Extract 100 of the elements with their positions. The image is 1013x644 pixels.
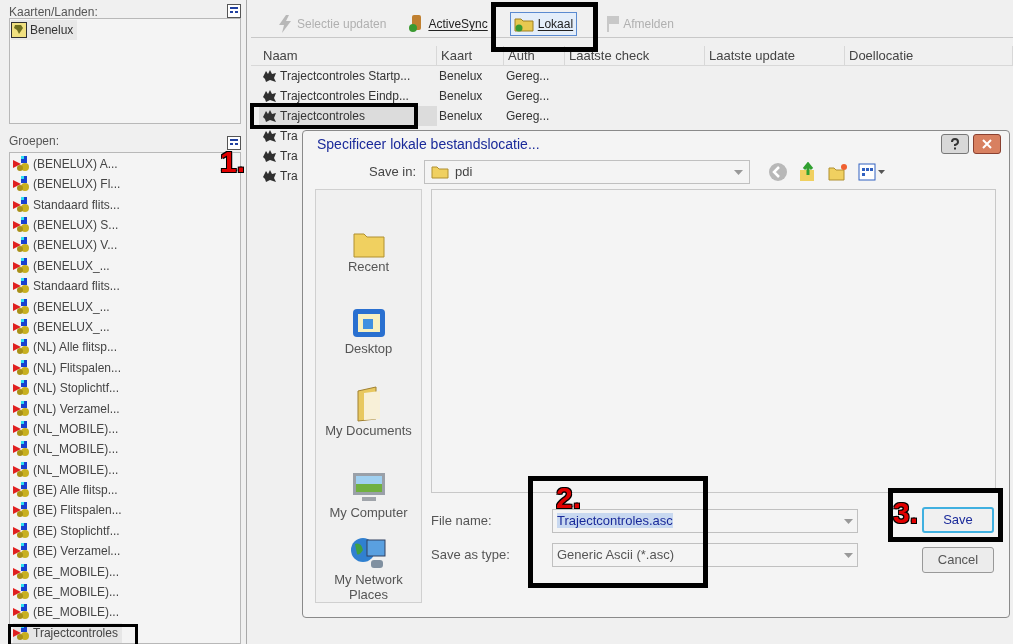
column-header[interactable]: Naam xyxy=(259,46,437,65)
place-item[interactable]: My Computer xyxy=(318,444,419,520)
group-icon xyxy=(13,278,31,295)
caret-icon xyxy=(844,552,853,558)
group-icon xyxy=(13,196,31,213)
list-view-icon[interactable] xyxy=(227,135,241,150)
column-header[interactable]: Kaart xyxy=(437,46,504,65)
group-item[interactable]: (NL_MOBILE)... xyxy=(13,459,123,480)
group-item[interactable]: (BENELUX) Fl... xyxy=(13,174,125,195)
group-item[interactable]: Standaard flits... xyxy=(13,194,124,215)
group-item[interactable]: (BENELUX_... xyxy=(13,316,114,338)
close-icon xyxy=(982,139,992,150)
group-item[interactable]: (BE_MOBILE)... xyxy=(13,602,124,623)
dialog-button[interactable]: Save xyxy=(922,507,994,533)
toolbar-button[interactable]: ActiveSync xyxy=(404,11,492,36)
caret-icon xyxy=(844,518,853,524)
table-cell-text: Gereg... xyxy=(505,88,551,105)
group-icon xyxy=(13,420,31,437)
flag-icon xyxy=(607,15,620,32)
caret-icon xyxy=(734,169,743,175)
group-icon xyxy=(13,217,31,233)
group-icon xyxy=(13,461,31,478)
group-item[interactable]: (BENELUX_... xyxy=(13,255,114,276)
group-item[interactable]: (BE) Stoplichtf... xyxy=(13,520,124,542)
table-cell-text: Gereg... xyxy=(505,108,551,125)
toolbar-button[interactable]: Lokaal xyxy=(509,11,578,36)
step-number: 3. xyxy=(893,497,919,529)
group-icon xyxy=(13,543,31,560)
group-item[interactable]: (BE) Alle flitsp... xyxy=(13,479,122,501)
table-cell-text: Gereg... xyxy=(505,68,551,85)
table-cell-text: Benelux xyxy=(438,108,484,125)
field-label: Save as type: xyxy=(431,546,511,565)
group-item[interactable]: Standaard flits... xyxy=(13,275,124,297)
field-label: Save in: xyxy=(368,163,417,182)
panel-label: Kaarten/Landen: xyxy=(9,5,98,18)
save-in-dropdown[interactable]: pdi xyxy=(424,160,750,185)
group-icon xyxy=(13,380,31,397)
group-icon xyxy=(13,339,31,356)
splat-icon xyxy=(261,129,277,143)
splat-icon xyxy=(261,89,277,103)
splat-icon xyxy=(261,109,277,123)
group-icon xyxy=(13,482,31,499)
close-button[interactable] xyxy=(973,134,1001,155)
group-icon xyxy=(13,624,31,641)
group-item[interactable]: (NL_MOBILE)... xyxy=(13,439,123,460)
dialog-button[interactable]: Cancel xyxy=(922,547,994,573)
step-number: 1. xyxy=(220,146,246,178)
field-label: File name: xyxy=(431,512,493,531)
group-item[interactable]: (BE_MOBILE)... xyxy=(13,581,124,603)
table-cell-text: Benelux xyxy=(438,68,484,85)
place-item[interactable]: Desktop xyxy=(318,280,419,356)
views-icon[interactable] xyxy=(858,163,886,182)
help-button[interactable] xyxy=(941,134,969,155)
group-item[interactable]: (NL) Stoplichtf... xyxy=(13,377,124,399)
list-view-icon[interactable] xyxy=(227,3,241,18)
group-icon xyxy=(13,176,31,193)
table-cell: Trajectcontroles Eindp... xyxy=(259,86,437,106)
group-icon xyxy=(13,400,31,417)
group-item[interactable]: (BE) Flitspalen... xyxy=(13,500,126,521)
group-icon xyxy=(13,502,31,519)
group-item[interactable]: (BENELUX) A... xyxy=(13,153,122,174)
table-cell-text: Benelux xyxy=(438,88,484,105)
table-cell: Trajectcontroles Startp... xyxy=(259,66,437,86)
place-item[interactable]: My Documents xyxy=(318,362,419,438)
group-icon xyxy=(13,563,31,580)
splat-icon xyxy=(261,69,277,83)
group-item[interactable]: (BENELUX_... xyxy=(13,296,114,317)
splat-icon xyxy=(261,169,277,183)
column-header[interactable]: Laatste check xyxy=(565,46,705,65)
file-name-field[interactable]: Trajectcontroles.asc xyxy=(552,509,858,533)
place-item[interactable]: My Network Places xyxy=(318,526,419,602)
group-icon xyxy=(13,522,31,539)
group-icon xyxy=(13,257,31,274)
group-icon xyxy=(13,237,31,254)
group-icon xyxy=(13,318,31,335)
place-item[interactable]: Recent xyxy=(318,198,419,274)
file-type-dropdown[interactable]: Generic Ascii (*.asc) xyxy=(552,543,858,567)
group-item[interactable]: (BE) Verzamel... xyxy=(13,541,125,562)
group-item[interactable]: (NL) Alle flitsp... xyxy=(13,337,122,358)
folder-icon xyxy=(513,15,534,32)
group-icon xyxy=(13,604,31,621)
map-item[interactable]: Benelux xyxy=(11,19,78,40)
column-header[interactable]: Laatste update xyxy=(705,46,845,65)
group-item[interactable]: (NL) Flitspalen... xyxy=(13,357,126,378)
column-header[interactable]: Doellocatie xyxy=(845,46,1013,65)
group-icon xyxy=(13,298,31,315)
folder-icon xyxy=(431,165,449,180)
group-item[interactable]: (BE_MOBILE)... xyxy=(13,561,124,582)
group-item[interactable]: (BENELUX) V... xyxy=(13,235,122,256)
group-icon xyxy=(13,359,31,376)
splat-icon xyxy=(261,149,277,163)
lightning-icon xyxy=(277,14,293,33)
group-item[interactable]: (NL) Verzamel... xyxy=(13,398,124,419)
group-icon xyxy=(13,155,31,172)
group-icon xyxy=(13,441,31,458)
group-item[interactable]: (NL_MOBILE)... xyxy=(13,418,123,440)
help-icon xyxy=(950,138,960,151)
panel-label: Groepen: xyxy=(9,132,60,150)
new-folder-icon[interactable] xyxy=(828,163,848,182)
group-item[interactable]: (BENELUX) S... xyxy=(13,214,123,236)
